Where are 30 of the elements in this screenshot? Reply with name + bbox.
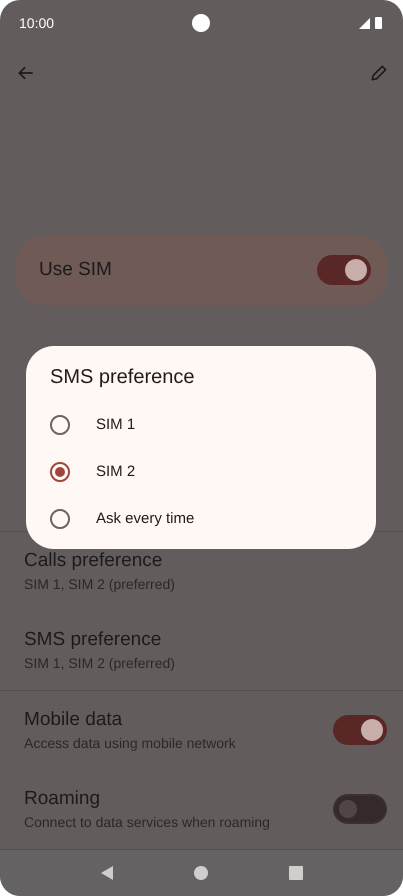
option-label[interactable]: SIM 2 [96, 463, 136, 480]
setting-title: Calls preference [24, 550, 164, 572]
setting-switch[interactable] [333, 794, 387, 824]
radio-button[interactable] [50, 414, 70, 434]
setting-subtitle: SIM 1, SIM 2 (preferred) [24, 576, 175, 592]
setting-subtitle: Connect to data services when roaming [24, 814, 270, 830]
setting-subtitle: Access data using mobile network [24, 735, 236, 752]
radio-button[interactable] [50, 462, 70, 482]
signal-battery-icon [359, 16, 383, 30]
setting-title: Roaming [24, 788, 102, 810]
setting-row[interactable]: Mobile data Access data using mobile network [0, 690, 403, 770]
option-label[interactable]: Ask every time [96, 510, 194, 527]
recents-icon[interactable] [288, 864, 304, 881]
setting-title: SMS preference [24, 629, 162, 652]
home-icon[interactable] [193, 864, 210, 881]
use-sim-switch[interactable] [317, 255, 371, 286]
status-time: 10:00 [19, 14, 54, 31]
setting-row[interactable]: Roaming Connect to data services when roaming [0, 770, 403, 849]
camera-cutout-icon [192, 14, 210, 32]
setting-title: Mobile data [24, 709, 124, 732]
setting-subtitle: SIM 1, SIM 2 (preferred) [24, 655, 175, 672]
radio-button[interactable] [50, 508, 70, 528]
option-label[interactable]: SIM 1 [96, 416, 136, 433]
back-icon[interactable] [99, 864, 116, 881]
use-sim-card[interactable]: Use SIM [16, 236, 387, 305]
dialog-title: SMS preference [50, 366, 196, 389]
setting-row[interactable]: SMS preference SIM 1, SIM 2 (preferred) [0, 610, 403, 690]
setting-switch[interactable] [333, 715, 387, 746]
use-sim-label: Use SIM [39, 259, 112, 282]
pencil-icon[interactable] [369, 63, 389, 84]
